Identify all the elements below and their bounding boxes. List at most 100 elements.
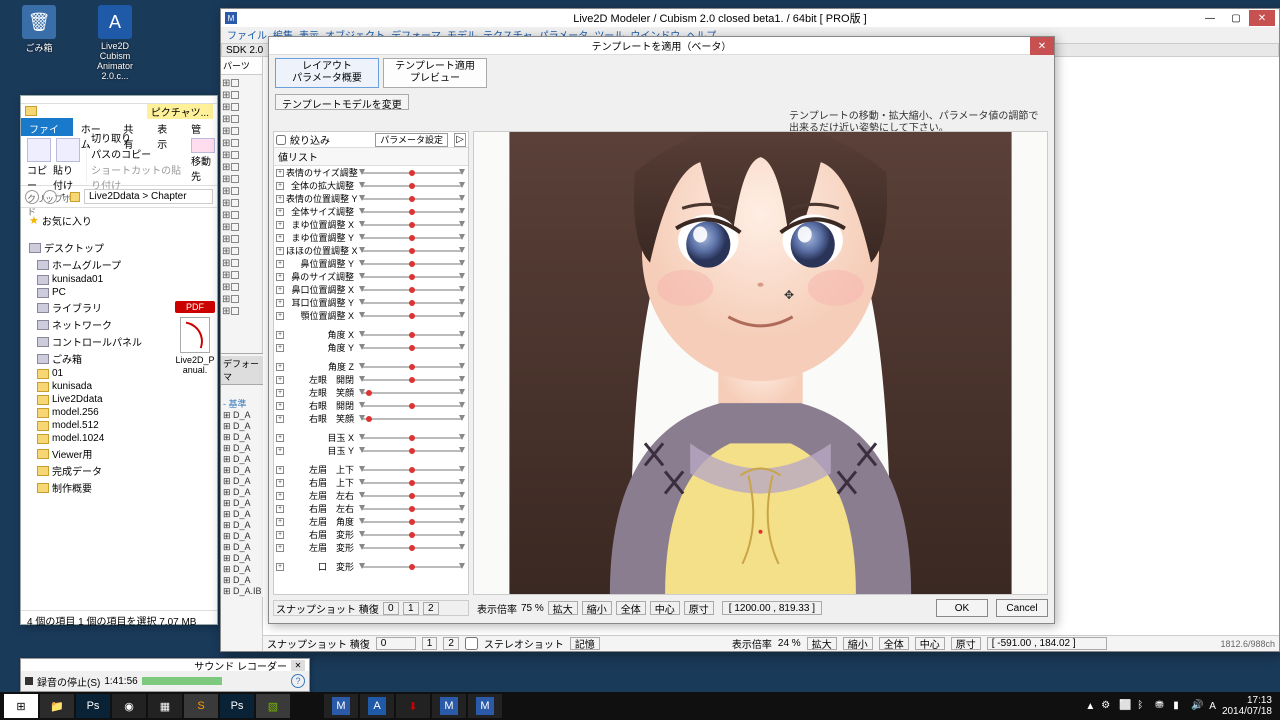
template-dialog[interactable]: テンプレートを適用（ベータ） ✕ レイアウト パラメータ概要 テンプレート適用 … — [268, 36, 1055, 624]
tab-layout[interactable]: レイアウト パラメータ概要 — [275, 58, 379, 88]
tree-item[interactable]: Viewer用 — [23, 445, 215, 462]
param-row[interactable]: +耳口位置調整 Y — [274, 296, 468, 309]
dlg-zoom-out[interactable]: 縮小 — [582, 601, 612, 615]
tab-apply-template[interactable]: テンプレート適用 プレビュー — [383, 58, 487, 88]
tree-item[interactable]: model.256 — [23, 406, 215, 419]
param-row[interactable]: +左眉 上下 — [274, 463, 468, 476]
copypath-item[interactable]: パスのコピー — [91, 146, 183, 161]
dlg-zoom-in[interactable]: 拡大 — [548, 601, 578, 615]
param-row[interactable]: +表情の位置調整 Y — [274, 192, 468, 205]
taskbar-m3[interactable]: M — [468, 694, 502, 718]
stereo-check[interactable] — [465, 637, 478, 650]
param-row[interactable]: +目玉 Y — [274, 444, 468, 457]
cut-item[interactable]: 切り取り — [91, 130, 183, 145]
moveto-button[interactable]: 移動先 — [191, 138, 215, 183]
preview-canvas[interactable]: ✥ — [473, 131, 1048, 595]
taskbar-sublime[interactable]: S — [184, 694, 218, 718]
taskbar-reader[interactable]: ⬇ — [396, 694, 430, 718]
stop-icon[interactable] — [25, 677, 33, 685]
maximize-button[interactable]: ▢ — [1223, 10, 1249, 26]
tray-volume-icon[interactable]: 🔊 — [1191, 700, 1203, 712]
snap-field[interactable]: 0 — [376, 637, 416, 650]
tab-manage[interactable]: 管理 — [183, 118, 217, 136]
deformer-tab[interactable]: デフォーマ — [221, 356, 263, 385]
taskbar-ps2[interactable]: Ps — [220, 694, 254, 718]
help-icon[interactable]: ? — [291, 674, 305, 688]
zoom-in-button[interactable]: 拡大 — [807, 637, 837, 650]
close-icon[interactable]: ✕ — [291, 660, 305, 671]
tab-file[interactable]: ファイル — [21, 118, 73, 136]
tree-item[interactable]: 完成データ — [23, 462, 215, 479]
nav-fwd-icon[interactable] — [43, 190, 57, 204]
tray-hdd-icon[interactable]: ⛃ — [1155, 700, 1167, 712]
taskbar-chrome[interactable]: ◉ — [112, 694, 146, 718]
ok-button[interactable]: OK — [936, 599, 988, 617]
param-row[interactable]: +右眉 左右 — [274, 502, 468, 515]
param-row[interactable]: +右眼 笑顔 — [274, 412, 468, 425]
paste-shortcut[interactable]: ショートカットの貼り付け — [91, 162, 183, 192]
tray-icon[interactable]: ⚙ — [1101, 700, 1113, 712]
desktop-icon-animator[interactable]: ALive2D Cubism Animator 2.0.c... — [91, 5, 139, 81]
tray-ime[interactable]: A — [1209, 701, 1216, 712]
taskbar-app[interactable]: ▦ — [148, 694, 182, 718]
tree-item[interactable]: model.512 — [23, 419, 215, 432]
param-row[interactable]: +表情のサイズ調整 — [274, 166, 468, 179]
menu-file[interactable]: ファイル — [227, 27, 267, 43]
taskbar-modeler[interactable]: M — [324, 694, 358, 718]
tree-item[interactable]: デスクトップ — [23, 239, 215, 256]
param-row[interactable]: +まゆ位置調整 Y — [274, 231, 468, 244]
param-row[interactable]: +角度 Z — [274, 360, 468, 373]
taskbar-explorer[interactable]: 📁 — [40, 694, 74, 718]
param-row[interactable]: +まゆ位置調整 X — [274, 218, 468, 231]
tree-item[interactable]: Live2Ddata — [23, 393, 215, 406]
param-row[interactable]: +右眼 開閉 — [274, 399, 468, 412]
taskbar-nvidia[interactable]: ▧ — [256, 694, 290, 718]
taskbar-animator[interactable]: A — [360, 694, 394, 718]
param-row[interactable]: +鼻位置調整 Y — [274, 257, 468, 270]
zoom-out-button[interactable]: 縮小 — [843, 637, 873, 650]
nav-up-icon[interactable]: ↑ — [61, 191, 66, 202]
tree-item[interactable]: ホームグループ — [23, 256, 215, 273]
close-button[interactable]: ✕ — [1249, 10, 1275, 26]
param-row[interactable]: +左眼 笑顔 — [274, 386, 468, 399]
param-row[interactable]: +全体の拡大調整 — [274, 179, 468, 192]
taskbar-photoshop[interactable]: Ps — [76, 694, 110, 718]
param-row[interactable]: +角度 X — [274, 328, 468, 341]
param-row[interactable]: +左眉 左右 — [274, 489, 468, 502]
param-row[interactable]: +右眉 変形 — [274, 528, 468, 541]
tree-item[interactable]: PC — [23, 286, 215, 299]
dialog-close-button[interactable]: ✕ — [1030, 37, 1054, 55]
param-setting-button[interactable]: パラメータ設定 — [375, 133, 448, 147]
parts-tab[interactable]: パーツ — [221, 57, 262, 75]
copy-button[interactable]: コピー — [27, 138, 51, 192]
param-row[interactable]: +左眉 角度 — [274, 515, 468, 528]
param-row[interactable]: +角度 Y — [274, 341, 468, 354]
param-row[interactable]: +鼻口位置調整 X — [274, 283, 468, 296]
change-template-button[interactable]: テンプレートモデルを変更 — [275, 94, 409, 110]
explorer-window[interactable]: ピクチャツ... ファイル ホーム 共有 表示 管理 コピー 貼り付け クリップ… — [20, 95, 218, 625]
tray-up-icon[interactable]: ▲ — [1085, 701, 1095, 712]
nav-tree[interactable]: ★お気に入り デスクトップホームグループkunisada01PCライブラリネット… — [21, 208, 217, 610]
param-row[interactable]: +顎位置調整 X — [274, 309, 468, 322]
chevron-right-icon[interactable]: ▷ — [454, 133, 466, 147]
param-row[interactable]: +目玉 X — [274, 431, 468, 444]
tray-icon[interactable]: ⬜ — [1119, 700, 1131, 712]
tree-item[interactable]: kunisada — [23, 380, 215, 393]
filter-checkbox[interactable] — [276, 135, 286, 145]
taskbar-m2[interactable]: M — [432, 694, 466, 718]
tree-item[interactable]: 制作概要 — [23, 479, 215, 496]
tray-network-icon[interactable]: ▮ — [1173, 700, 1185, 712]
param-row[interactable]: +ほほの位置調整 X — [274, 244, 468, 257]
tray-bluetooth-icon[interactable]: ᛒ — [1137, 700, 1149, 712]
pdf-file-item[interactable]: PDF Live2D_P anual. — [175, 301, 215, 375]
breadcrumb[interactable]: Live2Ddata > Chapter — [84, 189, 213, 204]
tree-item[interactable]: kunisada01 — [23, 273, 215, 286]
param-row[interactable]: +口 変形 — [274, 560, 468, 573]
param-row[interactable]: +鼻のサイズ調整 — [274, 270, 468, 283]
param-row[interactable]: +左眼 開閉 — [274, 373, 468, 386]
paste-button[interactable]: 貼り付け — [53, 138, 82, 192]
cancel-button[interactable]: Cancel — [996, 599, 1048, 617]
sound-recorder-window[interactable]: サウンド レコーダー✕ 録音の停止(S) 1:41:56 ? — [20, 658, 310, 692]
desktop-icon-recycle[interactable]: 🗑ごみ箱 — [15, 5, 63, 81]
tree-item[interactable]: model.1024 — [23, 432, 215, 445]
